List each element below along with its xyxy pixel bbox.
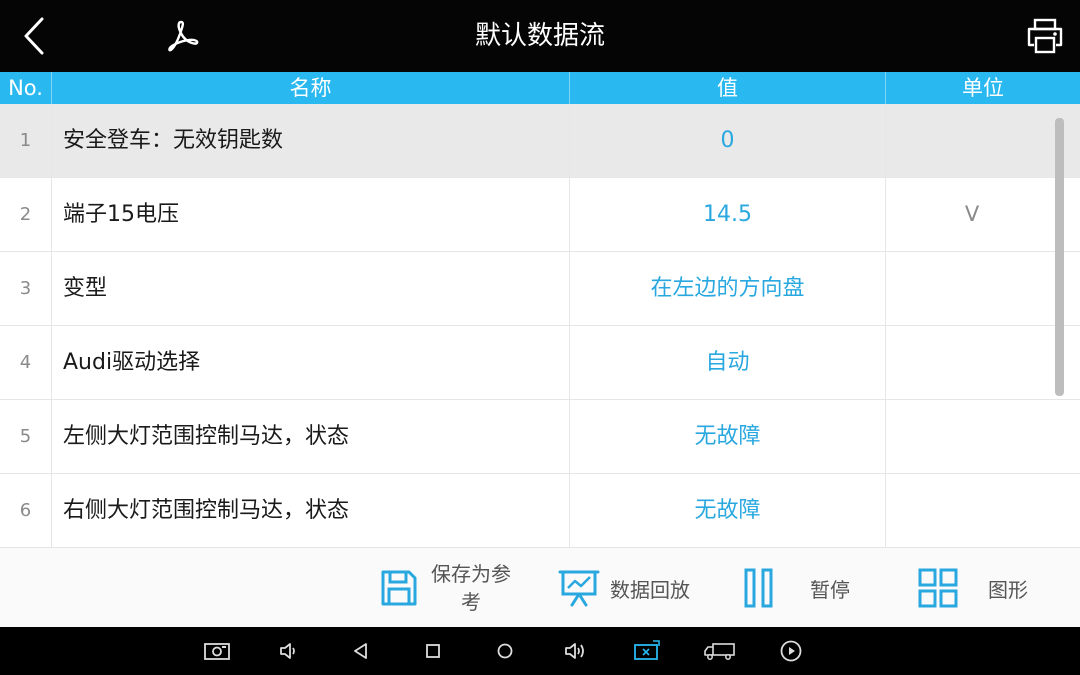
- nav-back-icon: [354, 643, 367, 659]
- presentation-chart-icon: [558, 570, 600, 607]
- grid-icon: [918, 568, 958, 608]
- row-number: 6: [0, 474, 52, 547]
- volume-up-button[interactable]: [561, 636, 591, 666]
- row-name: 端子15电压: [52, 178, 570, 251]
- volume-down-button[interactable]: [274, 636, 304, 666]
- row-name: 安全登车：无效钥匙数: [52, 104, 570, 177]
- truck-button[interactable]: [702, 636, 738, 666]
- column-header-unit: 单位: [962, 76, 1004, 100]
- nav-recent-button[interactable]: [418, 636, 448, 666]
- row-name: Audi驱动选择: [52, 326, 570, 399]
- list-scrollbar[interactable]: [1055, 118, 1064, 396]
- table-header: No. 名称 值 单位: [0, 72, 1080, 104]
- pdf-icon: [168, 20, 199, 52]
- column-header-name: 名称: [52, 72, 570, 104]
- replay-label: 数据回放: [610, 577, 690, 602]
- row-value: 0: [570, 104, 886, 177]
- row-value: 自动: [570, 326, 886, 399]
- back-button[interactable]: [14, 14, 54, 58]
- row-value: 无故障: [570, 400, 886, 473]
- table-row[interactable]: 3 变型 在左边的方向盘: [0, 252, 1080, 326]
- column-header-value: 值: [570, 72, 886, 104]
- table-row[interactable]: 5 左侧大灯范围控制马达，状态 无故障: [0, 400, 1080, 474]
- pause-icon: [744, 568, 773, 608]
- row-unit: [886, 474, 1080, 547]
- screenshot-icon: [204, 643, 230, 660]
- table-row[interactable]: 1 安全登车：无效钥匙数 0: [0, 104, 1080, 178]
- nav-recent-icon: [426, 644, 440, 658]
- row-unit: [886, 400, 1080, 473]
- row-number: 5: [0, 400, 52, 473]
- nav-home-button[interactable]: [490, 636, 520, 666]
- page-title: 默认数据流: [474, 21, 605, 51]
- row-value: 在左边的方向盘: [570, 252, 886, 325]
- vci-connection-button[interactable]: [632, 636, 662, 666]
- row-value: 14.5: [570, 178, 886, 251]
- row-name: 右侧大灯范围控制马达，状态: [52, 474, 570, 547]
- play-icon: [780, 640, 802, 662]
- nav-back-button[interactable]: [346, 636, 376, 666]
- row-number: 2: [0, 178, 52, 251]
- system-navigation-bar: [0, 627, 1080, 675]
- volume-down-icon: [280, 643, 295, 659]
- row-number: 4: [0, 326, 52, 399]
- bottom-toolbar: 保存为参 考 数据回放 暂停 图形: [0, 547, 1080, 627]
- row-unit: [886, 252, 1080, 325]
- pause-button[interactable]: 暂停: [744, 548, 864, 628]
- print-button[interactable]: [1022, 14, 1068, 58]
- vci-connection-icon: [634, 640, 660, 660]
- play-button[interactable]: [776, 636, 806, 666]
- save-label: 保存为参 考: [426, 560, 516, 616]
- column-header-no: No.: [0, 72, 52, 104]
- screenshot-button[interactable]: [202, 636, 232, 666]
- row-unit: V: [964, 202, 980, 226]
- row-number: 3: [0, 252, 52, 325]
- title-bar: 默认数据流: [0, 0, 1080, 72]
- truck-icon: [704, 643, 735, 660]
- row-unit: [886, 326, 1080, 399]
- graph-label: 图形: [988, 577, 1028, 602]
- back-arrow-icon: [24, 17, 44, 55]
- row-name: 左侧大灯范围控制马达，状态: [52, 400, 570, 473]
- save-as-reference-button[interactable]: 保存为参 考: [380, 548, 530, 628]
- save-label-line2: 考: [461, 590, 481, 614]
- table-row[interactable]: 6 右侧大灯范围控制马达，状态 无故障: [0, 474, 1080, 547]
- nav-home-icon: [497, 643, 513, 659]
- save-label-line1: 保存为参: [431, 562, 511, 586]
- row-name: 变型: [52, 252, 570, 325]
- row-number: 1: [0, 104, 52, 177]
- printer-icon: [1027, 18, 1063, 54]
- data-stream-list[interactable]: 1 安全登车：无效钥匙数 0 2 端子15电压 14.5 V 3 变型 在左边的…: [0, 104, 1080, 547]
- pdf-export-button[interactable]: [160, 14, 204, 58]
- row-unit: [886, 104, 1080, 177]
- table-row[interactable]: 2 端子15电压 14.5 V: [0, 178, 1080, 252]
- pause-label: 暂停: [810, 577, 850, 602]
- row-value: 无故障: [570, 474, 886, 547]
- volume-up-icon: [565, 643, 584, 659]
- table-row[interactable]: 4 Audi驱动选择 自动: [0, 326, 1080, 400]
- graph-view-button[interactable]: 图形: [918, 548, 1048, 628]
- save-disk-icon: [381, 570, 417, 606]
- data-replay-button[interactable]: 数据回放: [558, 548, 708, 628]
